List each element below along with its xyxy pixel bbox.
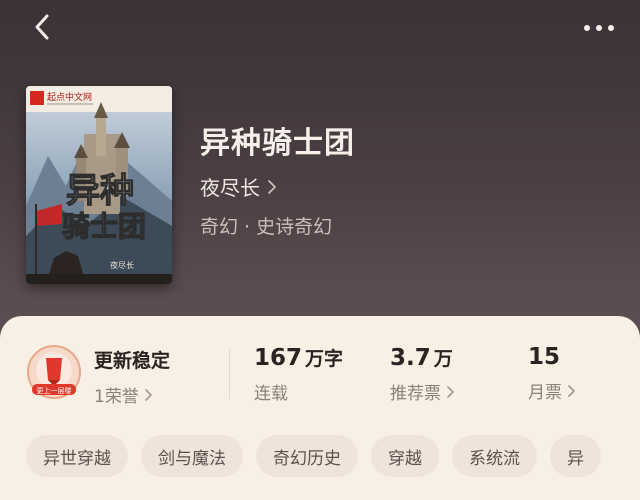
top-bar (0, 0, 640, 56)
word-count-stat: 167 万字 连载 (254, 344, 343, 404)
word-count-unit: 万字 (305, 348, 344, 370)
tag-chip[interactable]: 异世穿越 (26, 435, 128, 477)
tag-chip[interactable]: 系统流 (452, 435, 537, 477)
monthly-value: 15 (528, 344, 561, 370)
honor-label: 更新稳定 (94, 350, 171, 372)
cover-publisher: 起点中文网 (47, 91, 92, 103)
honor-count-link[interactable]: 1荣誉 (94, 382, 152, 407)
publisher-logo (30, 91, 44, 105)
cover-author-mark: 夜尽长 (110, 260, 134, 270)
word-count-value: 167 (254, 345, 303, 371)
author-name: 夜尽长 (200, 176, 260, 200)
recommend-stat[interactable]: 3.7 万 推荐票 (390, 344, 454, 404)
serial-status: 连载 (254, 384, 288, 404)
honor-count: 1荣誉 (94, 387, 139, 407)
tag-chip[interactable]: 奇幻历史 (256, 435, 358, 477)
cover-title-line1: 异种 (66, 171, 134, 211)
tag-chip[interactable]: 穿越 (371, 435, 439, 477)
more-button[interactable] (582, 18, 616, 38)
more-dots-icon (584, 25, 614, 31)
chevron-left-icon (35, 14, 49, 40)
chevron-right-icon (447, 385, 454, 398)
chevron-right-icon (268, 179, 276, 194)
chevron-right-icon (145, 388, 152, 401)
back-button[interactable] (30, 12, 58, 42)
genre-text: 奇幻 · 史诗奇幻 (200, 216, 333, 238)
honor-badge[interactable]: 更上一层楼 (26, 344, 82, 400)
book-title: 异种骑士团 (200, 126, 355, 161)
author-link[interactable]: 夜尽长 (200, 172, 276, 201)
recommend-label: 推荐票 (390, 384, 441, 404)
badge-text: 更上一层楼 (37, 386, 72, 395)
info-card: 更上一层楼 更新稳定 1荣誉 167万字 连载 3.7万 推荐票 15 月票 (0, 316, 640, 500)
cover-title-line2: 骑士团 (62, 210, 146, 243)
chevron-right-icon (568, 384, 575, 397)
recommend-unit: 万 (433, 348, 453, 370)
tag-chip[interactable]: 异 (550, 435, 601, 477)
divider (229, 349, 230, 399)
medal-icon: 更上一层楼 (27, 345, 81, 399)
recommend-value: 3.7 (390, 345, 431, 371)
tag-chip[interactable]: 剑与魔法 (141, 435, 243, 477)
monthly-ticket-stat[interactable]: 15 月票 (528, 344, 575, 403)
monthly-label: 月票 (528, 383, 562, 403)
book-cover[interactable]: 起点中文网 异种 骑士团 夜尽长 (26, 86, 172, 284)
tag-list: 异世穿越 剑与魔法 奇幻历史 穿越 系统流 异 (26, 435, 601, 479)
